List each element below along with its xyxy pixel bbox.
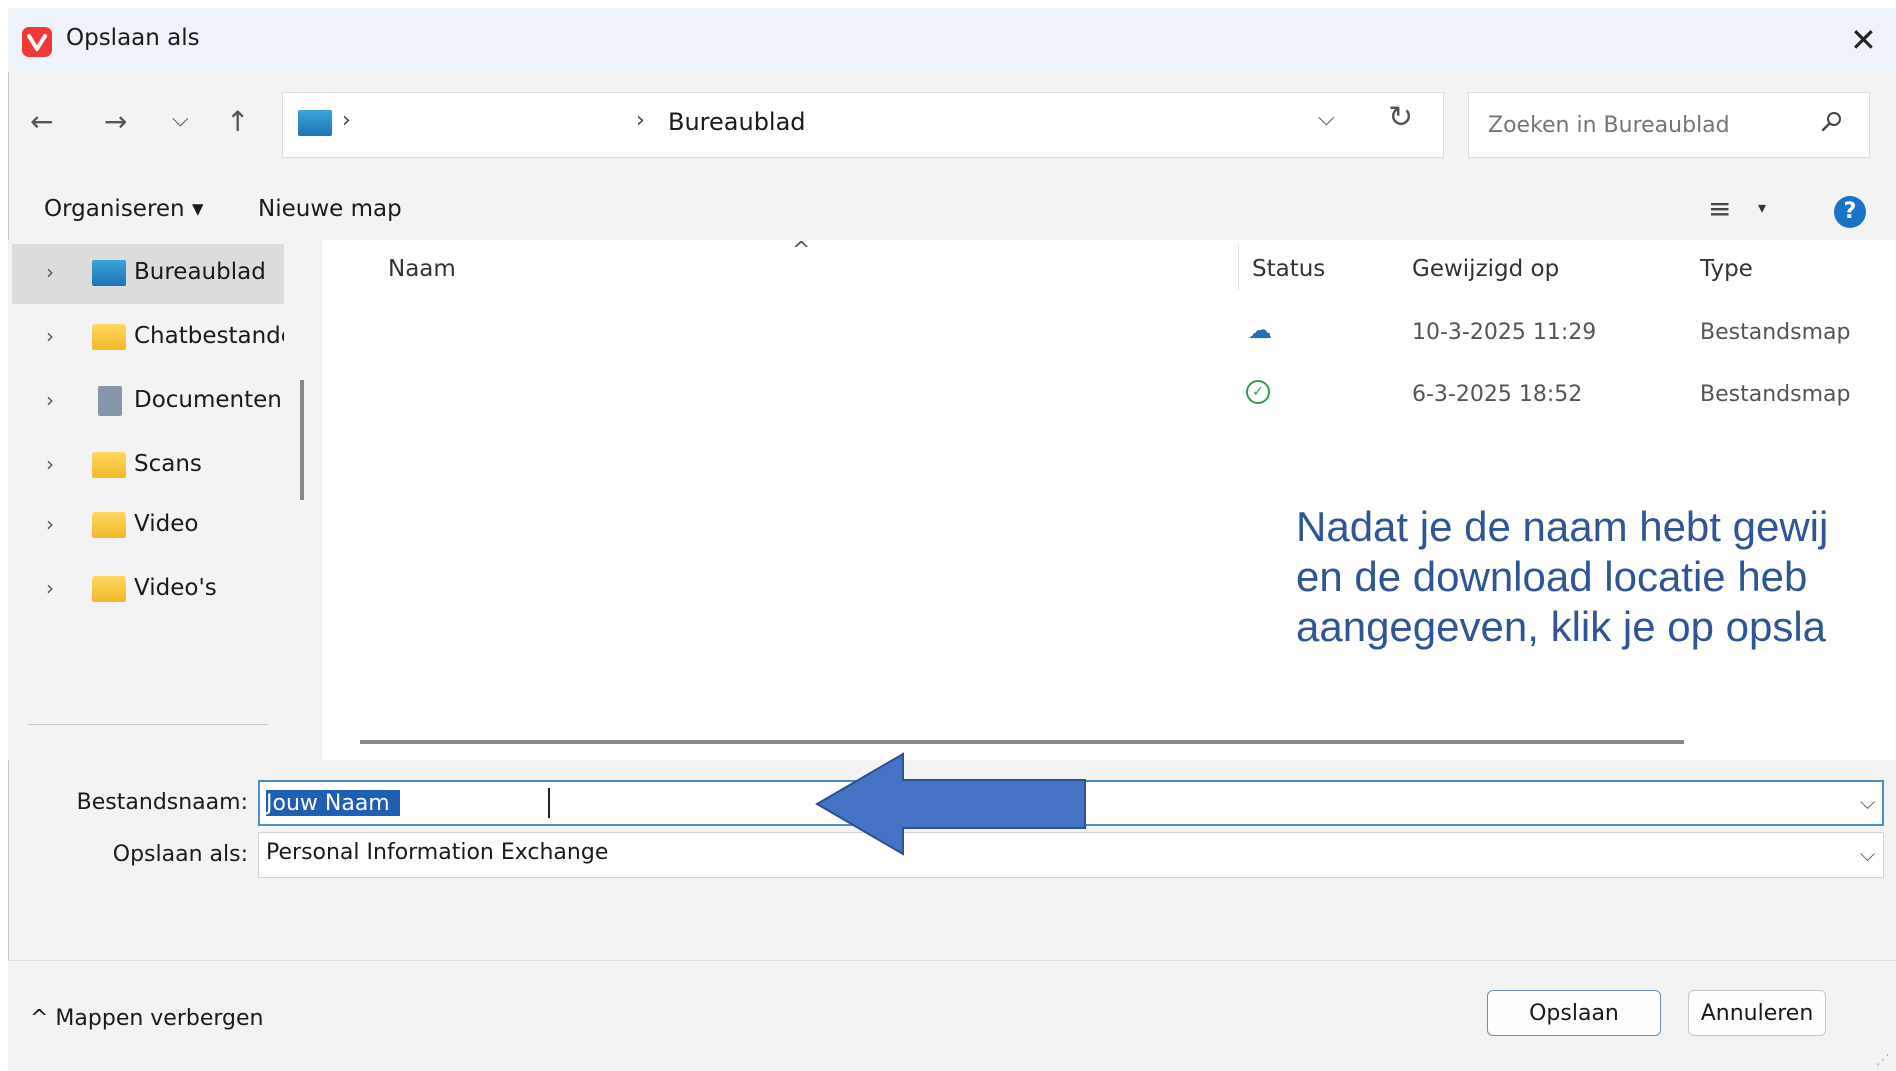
sidebar-item-label: Bureaublad [134, 259, 266, 285]
vivaldi-app-icon [22, 27, 52, 57]
column-header-name[interactable]: Naam [388, 256, 456, 282]
help-icon[interactable]: ? [1834, 196, 1866, 228]
expand-chevron-icon[interactable]: › [46, 452, 54, 476]
folder-icon [92, 512, 126, 538]
forward-arrow-icon[interactable]: → [104, 102, 127, 142]
filename-input[interactable] [266, 788, 546, 818]
folder-icon [92, 324, 126, 350]
expand-chevron-icon[interactable]: › [46, 324, 54, 348]
sidebar-item-documenten[interactable]: › Documenten [12, 372, 284, 432]
modified-date-cell: 10-3-2025 11:29 [1412, 320, 1597, 345]
expand-chevron-icon[interactable]: › [46, 512, 54, 536]
annotation-line: en de download locatie heb [1296, 553, 1808, 600]
instruction-annotation: Nadat je de naam hebt gewij en de downlo… [1296, 502, 1828, 652]
breadcrumb-current-folder[interactable]: Bureaublad [668, 108, 806, 136]
sidebar-item-label: Video's [134, 575, 217, 601]
table-row[interactable]: ✓ 6-3-2025 18:52 Bestandsmap [322, 366, 1896, 422]
expand-chevron-icon[interactable]: › [46, 576, 54, 600]
cancel-button[interactable]: Annuleren [1688, 990, 1826, 1036]
synced-status-icon: ✓ [1246, 380, 1270, 404]
refresh-icon[interactable]: ↻ [1388, 100, 1413, 135]
savetype-label: Opslaan als: [112, 842, 248, 867]
expand-chevron-icon[interactable]: › [46, 388, 54, 412]
recent-locations-chevron-icon[interactable]: ⌵ [172, 100, 189, 140]
annotation-line: aangegeven, klik je op opsla [1296, 603, 1827, 650]
address-bar[interactable] [282, 92, 1444, 158]
breadcrumb-separator-icon[interactable]: › [636, 108, 645, 133]
desktop-icon [92, 260, 126, 286]
type-cell: Bestandsmap [1700, 382, 1851, 407]
sidebar-item-video[interactable]: › Video [12, 496, 284, 556]
savetype-value: Personal Information Exchange [266, 840, 609, 865]
up-arrow-icon[interactable]: ↑ [226, 102, 249, 142]
title-bar [8, 8, 1896, 72]
table-row[interactable]: ☁ 10-3-2025 11:29 Bestandsmap [322, 304, 1896, 360]
breadcrumb-separator-icon[interactable]: › [342, 108, 351, 133]
search-input[interactable] [1486, 104, 1810, 146]
folder-icon [92, 576, 126, 602]
sidebar-item-label: Scans [134, 451, 202, 477]
column-header-type[interactable]: Type [1700, 256, 1753, 282]
cloud-status-icon: ☁ [1248, 316, 1272, 344]
type-cell: Bestandsmap [1700, 320, 1851, 345]
column-divider[interactable] [1238, 244, 1239, 290]
text-caret [548, 788, 550, 818]
desktop-icon [298, 110, 332, 136]
filename-label: Bestandsnaam: [76, 790, 248, 815]
documents-icon [98, 386, 122, 416]
back-arrow-icon[interactable]: ← [30, 102, 53, 142]
sidebar-item-label: Chatbestanden [134, 323, 284, 349]
annotation-line: Nadat je de naam hebt gewij [1296, 503, 1829, 550]
folder-icon [92, 452, 126, 478]
filename-dropdown-chevron-icon[interactable]: ⌵ [1860, 790, 1875, 814]
sidebar-item-label: Documenten [134, 387, 282, 413]
new-folder-button[interactable]: Nieuwe map [258, 196, 402, 222]
view-options-chevron-icon[interactable]: ▾ [1758, 198, 1766, 217]
column-header-status[interactable]: Status [1252, 256, 1325, 282]
horizontal-scrollbar[interactable] [360, 740, 1684, 744]
sidebar-item-videos[interactable]: › Video's [12, 560, 284, 620]
navigation-scrollbar[interactable] [300, 380, 304, 500]
close-icon[interactable]: ✕ [1850, 18, 1877, 62]
window-title: Opslaan als [66, 25, 200, 51]
sort-ascending-icon: ^ [792, 238, 811, 263]
search-icon[interactable] [1820, 110, 1844, 138]
sidebar-item-scans[interactable]: › Scans [12, 436, 284, 496]
sidebar-item-chatbestanden[interactable]: › Chatbestanden [12, 308, 284, 368]
organize-menu-button[interactable]: Organiseren ▾ [44, 196, 203, 222]
save-button[interactable]: Opslaan [1487, 990, 1661, 1036]
savetype-dropdown-chevron-icon[interactable]: ⌵ [1860, 842, 1875, 866]
sidebar-item-bureaublad[interactable]: › Bureaublad [12, 244, 284, 304]
column-header-modified[interactable]: Gewijzigd op [1412, 256, 1559, 282]
view-options-icon[interactable]: ≡ [1708, 192, 1731, 225]
navigation-divider [28, 724, 268, 725]
resize-grip-icon[interactable]: ⋰ [1876, 1052, 1890, 1068]
sidebar-item-label: Video [134, 511, 199, 537]
modified-date-cell: 6-3-2025 18:52 [1412, 382, 1583, 407]
address-dropdown-chevron-icon[interactable]: ⌵ [1318, 106, 1335, 131]
expand-chevron-icon[interactable]: › [46, 260, 54, 284]
hide-folders-toggle[interactable]: ^ Mappen verbergen [30, 1006, 264, 1031]
pointer-arrow-icon [815, 750, 1090, 862]
